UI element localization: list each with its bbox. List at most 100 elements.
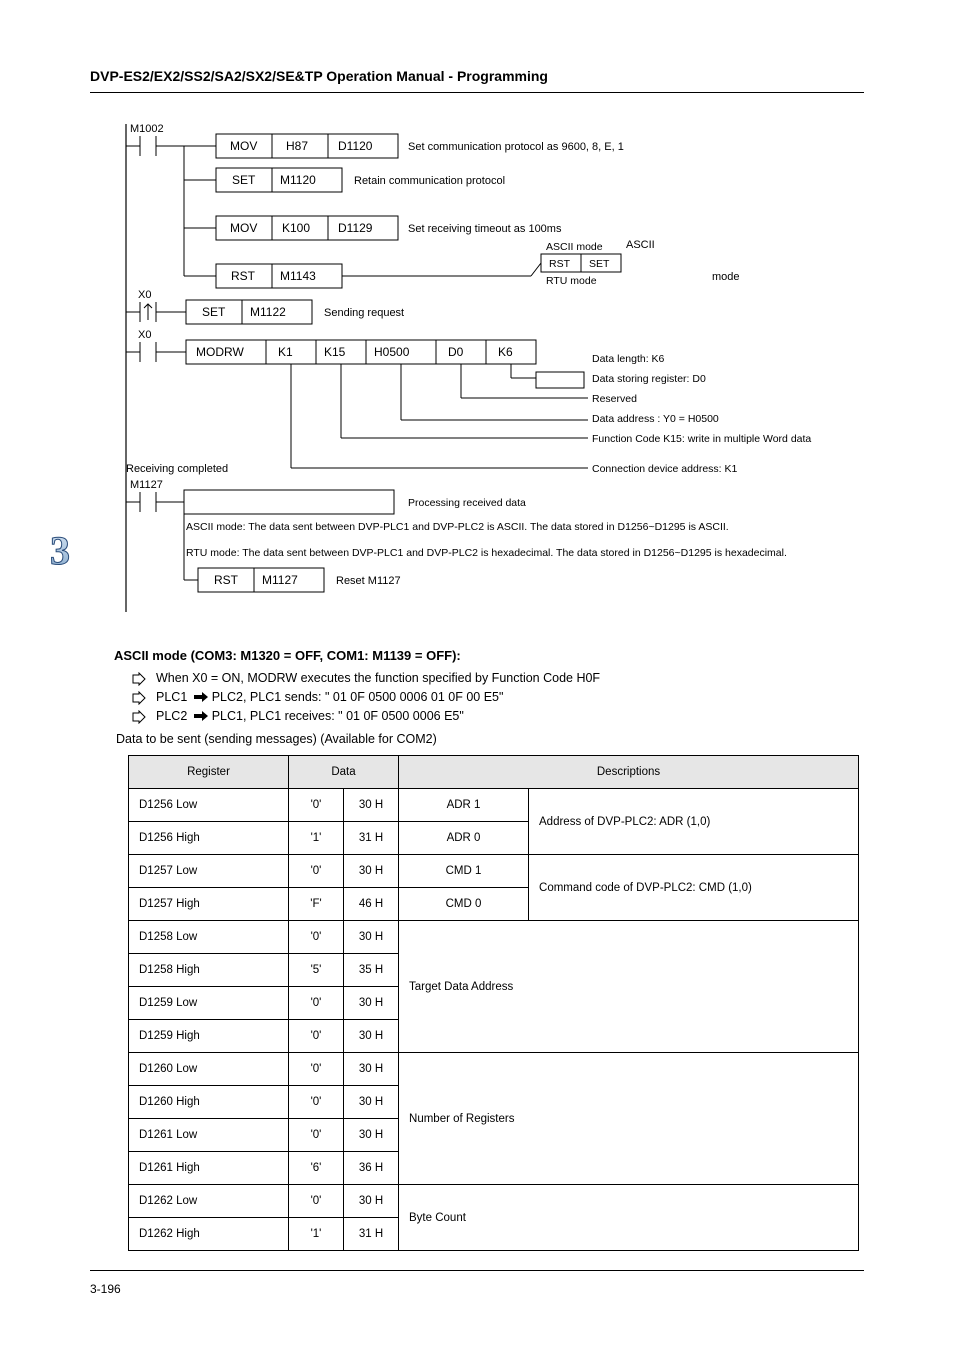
cell-data-char: '1' — [289, 1218, 344, 1251]
svg-text:D1129: D1129 — [338, 221, 373, 235]
svg-text:RST: RST — [231, 269, 256, 283]
arrow-right-icon — [194, 710, 208, 724]
cell-data-char: '0' — [289, 1053, 344, 1086]
svg-text:K100: K100 — [282, 221, 310, 235]
svg-text:SET: SET — [589, 258, 610, 270]
cell-data-char: '6' — [289, 1152, 344, 1185]
cell-desc: Target Data Address — [399, 921, 859, 1053]
svg-text:Data length: K6: Data length: K6 — [592, 353, 665, 365]
cell-register: D1259 High — [129, 1020, 289, 1053]
svg-text:3: 3 — [50, 528, 70, 573]
header-rule — [90, 92, 864, 93]
cell-register: D1258 High — [129, 954, 289, 987]
svg-text:Receiving completed: Receiving completed — [126, 463, 228, 475]
svg-text:D0: D0 — [448, 345, 464, 359]
bullet-item: When X0 = ON, MODRW executes the functio… — [132, 671, 864, 686]
cell-data-hex: 30 H — [344, 1020, 399, 1053]
cell-data-char: '0' — [289, 987, 344, 1020]
svg-text:Reserved: Reserved — [592, 393, 637, 405]
svg-text:M1002: M1002 — [130, 123, 164, 135]
svg-text:RTU mode: RTU mode — [546, 275, 597, 287]
cell-desc-label: ADR 1 — [399, 789, 529, 822]
table-caption: Data to be sent (sending messages) (Avai… — [116, 732, 864, 746]
svg-text:SET: SET — [202, 305, 226, 319]
cell-register: D1256 High — [129, 822, 289, 855]
page-footer: 3-196 — [90, 1282, 864, 1296]
cell-data-hex: 30 H — [344, 1086, 399, 1119]
svg-text:H87: H87 — [286, 139, 308, 153]
col-desc: Descriptions — [399, 756, 859, 789]
svg-text:RTU mode: The data sent betwee: RTU mode: The data sent between DVP-PLC1… — [186, 547, 787, 559]
svg-text:Processing received data: Processing received data — [408, 497, 526, 509]
bullet-text: PLC2 PLC1, PLC1 receives: " 01 0F 0500 0… — [156, 709, 464, 724]
register-table: Register Data Descriptions D1256 Low'0'3… — [128, 755, 859, 1251]
cell-data-hex: 30 H — [344, 921, 399, 954]
svg-text:Connection device address: K1: Connection device address: K1 — [592, 463, 737, 475]
cell-data-hex: 30 H — [344, 855, 399, 888]
cell-data-hex: 30 H — [344, 789, 399, 822]
table-row: D1258 Low'0'30 HTarget Data Address — [129, 921, 859, 954]
cell-data-hex: 30 H — [344, 1119, 399, 1152]
cell-data-char: '0' — [289, 1086, 344, 1119]
cell-desc: Number of Registers — [399, 1053, 859, 1185]
cell-register: D1262 High — [129, 1218, 289, 1251]
svg-text:MODRW: MODRW — [196, 345, 244, 359]
cell-register: D1257 High — [129, 888, 289, 921]
svg-text:Data storing register: D0: Data storing register: D0 — [592, 373, 706, 385]
svg-text:Set receiving timeout as 100ms: Set receiving timeout as 100ms — [408, 223, 562, 235]
cell-data-hex: 30 H — [344, 987, 399, 1020]
cell-data-hex: 31 H — [344, 1218, 399, 1251]
bullet-text: When X0 = ON, MODRW executes the functio… — [156, 671, 600, 685]
cell-desc-label: ADR 0 — [399, 822, 529, 855]
remarks-block: ASCII mode (COM3: M1320 = OFF, COM1: M11… — [114, 648, 864, 750]
cell-register: D1262 Low — [129, 1185, 289, 1218]
svg-text:X0: X0 — [138, 289, 151, 301]
svg-text:Sending request: Sending request — [324, 307, 404, 319]
svg-text:Set communication protocol as: Set communication protocol as 9600, 8, E… — [408, 141, 624, 153]
svg-text:M1127: M1127 — [262, 573, 298, 587]
cell-register: D1257 Low — [129, 855, 289, 888]
cell-data-char: '0' — [289, 1020, 344, 1053]
svg-text:M1143: M1143 — [280, 269, 316, 283]
cell-data-char: '0' — [289, 1119, 344, 1152]
table-row: D1260 Low'0'30 HNumber of Registers — [129, 1053, 859, 1086]
frame-table: Register Data Descriptions D1256 Low'0'3… — [128, 755, 858, 1251]
ladder-diagram: M1002 MOV H87 D1120 Set communication pr… — [126, 120, 866, 620]
svg-text:ASCII: ASCII — [626, 239, 655, 251]
bullet-item: PLC2 PLC1, PLC1 receives: " 01 0F 0500 0… — [132, 709, 864, 724]
cell-desc-label: CMD 1 — [399, 855, 529, 888]
footer-rule — [90, 1270, 864, 1271]
svg-text:Reset M1127: Reset M1127 — [336, 575, 401, 587]
bullet-item: PLC1 PLC2, PLC1 sends: " 01 0F 0500 0006… — [132, 690, 864, 705]
svg-text:MOV: MOV — [230, 139, 257, 153]
svg-text:ASCII mode: The data sent betw: ASCII mode: The data sent between DVP-PL… — [186, 521, 729, 533]
svg-text:mode: mode — [712, 271, 740, 283]
svg-text:M1127: M1127 — [130, 479, 163, 491]
arrow-right-icon — [132, 690, 146, 705]
svg-text:M1120: M1120 — [280, 173, 316, 187]
svg-text:X0: X0 — [138, 329, 151, 341]
svg-text:D1120: D1120 — [338, 139, 373, 153]
page-header: DVP-ES2/EX2/SS2/SA2/SX2/SE&TP Operation … — [90, 68, 864, 84]
arrow-right-icon — [132, 671, 146, 686]
col-register: Register — [129, 756, 289, 789]
col-data: Data — [289, 756, 399, 789]
cell-register: D1261 Low — [129, 1119, 289, 1152]
svg-text:Retain communication protocol: Retain communication protocol — [354, 175, 505, 187]
cell-register: D1260 Low — [129, 1053, 289, 1086]
cell-desc: Byte Count — [399, 1185, 859, 1251]
cell-data-hex: 30 H — [344, 1185, 399, 1218]
svg-text:K15: K15 — [324, 345, 346, 359]
cell-register: D1261 High — [129, 1152, 289, 1185]
cell-desc: Address of DVP-PLC2: ADR (1,0) — [529, 789, 859, 855]
cell-data-hex: 31 H — [344, 822, 399, 855]
svg-text:Function Code K15:: Function Code K15: write in multiple Wor… — [592, 433, 811, 445]
cell-data-hex: 36 H — [344, 1152, 399, 1185]
table-row: D1262 Low'0'30 HByte Count — [129, 1185, 859, 1218]
cell-data-char: '0' — [289, 855, 344, 888]
cell-data-char: '1' — [289, 822, 344, 855]
table-row: D1257 Low'0'30 HCMD 1Command code of DVP… — [129, 855, 859, 888]
chapter-badge: 3 — [40, 528, 76, 576]
svg-text:M1122: M1122 — [250, 305, 286, 319]
cell-register: D1256 Low — [129, 789, 289, 822]
